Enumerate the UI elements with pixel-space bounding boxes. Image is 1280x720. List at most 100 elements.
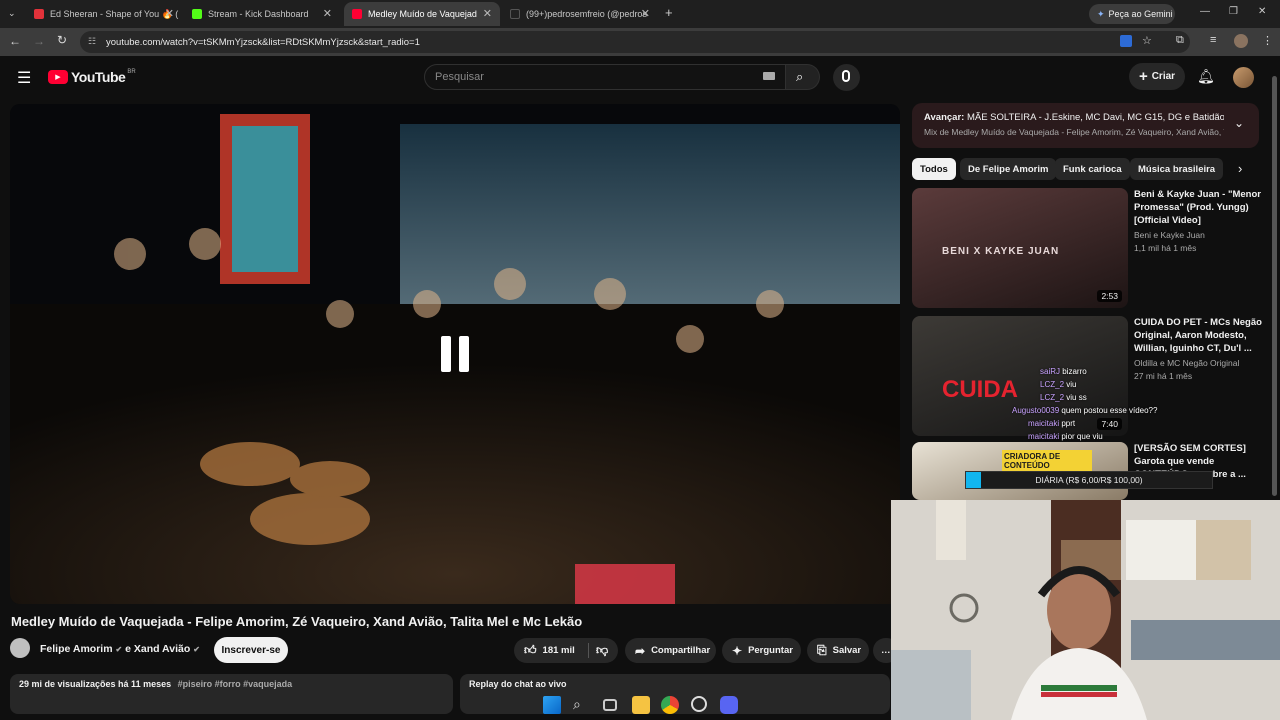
recommendation-title[interactable]: CUIDA DO PET - MCs Negão Original, Aaron… (1134, 316, 1264, 355)
verified-icon: ✔ (115, 645, 123, 654)
duration-badge: 2:53 (1097, 290, 1122, 302)
youtube-logo[interactable]: ▶ YouTube BR (48, 69, 136, 85)
ask-button[interactable]: ✦ Perguntar (722, 638, 801, 663)
notifications-bell-icon[interactable]: 🔔︎ (1197, 68, 1215, 85)
like-button[interactable]: 👍︎ 181 mil 👎︎ (514, 638, 618, 663)
forward-icon[interactable]: → (33, 34, 45, 48)
youtube-favicon-icon (352, 9, 362, 19)
back-icon[interactable]: ← (9, 34, 21, 48)
recommendation-title[interactable]: Beni & Kayke Juan - "Menor Promessa" (Pr… (1134, 188, 1264, 227)
page-scrollbar[interactable] (1272, 76, 1277, 496)
tab-title: Stream - Kick Dashboard (208, 9, 309, 19)
channel-name[interactable]: Felipe Amorim (40, 643, 113, 655)
taskbar-search-icon[interactable]: ⌕ (573, 696, 591, 714)
url-field[interactable]: ☷ youtube.com/watch?v=tSKMmYjzsck&list=R… (80, 31, 1190, 53)
chevron-down-icon[interactable]: ⌄ (1234, 116, 1244, 130)
thumbs-up-icon: 👍︎ (524, 643, 537, 657)
channel-avatar[interactable] (10, 638, 30, 658)
chip-musica-brasileira[interactable]: Música brasileira (1130, 158, 1224, 180)
chip-funk-carioca[interactable]: Funk carioca (1055, 158, 1130, 180)
channel-names[interactable]: Felipe Amorim ✔ e Xand Avião ✔ (40, 643, 200, 655)
file-explorer-icon[interactable] (632, 696, 650, 714)
close-tab-icon[interactable]: ✕ (483, 7, 492, 20)
recommendation-channel[interactable]: Beni e Kayke Juan (1134, 229, 1264, 242)
chevron-right-icon[interactable]: › (1238, 161, 1242, 176)
webcam-overlay (891, 500, 1280, 720)
tab-search-icon[interactable]: ⌄ (8, 8, 16, 19)
windows-start-icon[interactable] (543, 696, 561, 714)
close-window-icon[interactable]: ✕ (1258, 6, 1266, 17)
chat-message: LCZ_2 viu ss (1040, 393, 1087, 402)
tab-tiktok[interactable]: (99+)pedrosemfreio (@pedros ✕ (502, 2, 658, 26)
minimize-window-icon[interactable]: — (1200, 6, 1210, 17)
guide-menu-icon[interactable]: ☰ (17, 68, 31, 88)
gemini-button[interactable]: ✦ Peça ao Gemini (1089, 4, 1175, 24)
save-button[interactable]: ⎘ Salvar (807, 638, 869, 663)
close-tab-icon[interactable]: ✕ (165, 7, 174, 20)
dislike-divider (588, 643, 589, 658)
create-label: Criar (1151, 71, 1176, 82)
plus-icon: + (1138, 68, 1148, 85)
browser-menu-icon[interactable]: ⋮ (1262, 34, 1273, 47)
close-tab-icon[interactable]: ✕ (641, 7, 650, 20)
subscribe-button[interactable]: Inscrever-se (214, 637, 288, 663)
pause-icon[interactable] (441, 336, 471, 372)
recommendation-meta: 1,1 mil há 1 mês (1134, 243, 1197, 253)
discord-icon[interactable] (720, 696, 738, 714)
recommendation-thumbnail[interactable]: BENI X KAYKE JUAN 2:53 (912, 188, 1128, 308)
thumbs-down-icon[interactable]: 👎︎ (596, 643, 608, 658)
goal-label: DIÁRIA (R$ 6,00/R$ 100,00) (1035, 475, 1143, 485)
hashtags[interactable]: #piseiro #forro #vaquejada (178, 679, 293, 689)
site-info-icon[interactable]: ☷ (88, 36, 96, 47)
youtube-play-logo-icon: ▶ (48, 70, 68, 84)
translate-icon[interactable] (1120, 35, 1132, 47)
task-view-icon[interactable] (603, 699, 617, 711)
gemini-star-icon: ✦ (1097, 8, 1105, 19)
channel-name-2[interactable]: e Xand Avião (125, 643, 190, 655)
browser-tab-bar: ⌄ Ed Sheeran - Shape of You 🔥 ( ✕ Stream… (0, 0, 1280, 28)
chat-message: maicitaki pior que viu (1028, 432, 1103, 441)
donation-goal-bar: DIÁRIA (R$ 6,00/R$ 100,00) (965, 471, 1213, 489)
chat-message: Augusto0039 quem postou esse vídeo?? (1012, 406, 1158, 415)
tab-title: (99+)pedrosemfreio (@pedros (526, 9, 647, 19)
new-tab-button[interactable]: + (665, 5, 673, 20)
tab-title: Ed Sheeran - Shape of You 🔥 ( (50, 8, 179, 19)
gemini-label: Peça ao Gemini (1108, 9, 1173, 19)
sparkle-icon: ✦ (732, 643, 743, 658)
close-tab-icon[interactable]: ✕ (323, 7, 332, 20)
ask-label: Perguntar (748, 645, 793, 656)
obs-icon[interactable] (691, 696, 707, 712)
tab-medley-active[interactable]: Medley Muído de Vaquejad ✕ (344, 2, 500, 26)
stream-chat-overlay: saiRJ bizarro LCZ_2 viu LCZ_2 viu ss Aug… (1012, 366, 1204, 456)
chip-de-felipe-amorim[interactable]: De Felipe Amorim (960, 158, 1057, 180)
profile-icon[interactable] (1234, 34, 1248, 48)
tab-kick-dashboard[interactable]: Stream - Kick Dashboard ✕ (184, 2, 340, 26)
mix-line: Mix de Medley Muído de Vaquejada - Felip… (924, 127, 1224, 137)
chrome-icon[interactable] (661, 696, 679, 714)
avatar[interactable] (1233, 67, 1254, 88)
create-button[interactable]: + Criar (1129, 63, 1185, 90)
reload-icon[interactable]: ↻ (57, 33, 67, 47)
chip-todos[interactable]: Todos (912, 158, 956, 180)
extensions-icon[interactable]: ⧉ (1176, 34, 1184, 47)
video-title: Medley Muído de Vaquejada - Felipe Amori… (11, 614, 583, 629)
reading-list-icon[interactable]: ≡ (1210, 34, 1216, 46)
chat-message: maicitaki pprt (1028, 419, 1076, 428)
bookmark-star-icon[interactable]: ☆ (1142, 34, 1152, 47)
search-input[interactable]: Pesquisar (424, 64, 786, 90)
voice-search-button[interactable] (833, 64, 860, 91)
tab-ed-sheeran[interactable]: Ed Sheeran - Shape of You 🔥 ( ✕ (26, 2, 182, 26)
like-count: 181 mil (542, 645, 575, 656)
keyboard-icon[interactable] (763, 72, 775, 80)
verified-icon: ✔ (193, 645, 200, 654)
restore-window-icon[interactable]: ❐ (1229, 6, 1238, 17)
playlist-next-panel[interactable]: Avançar: MÃE SOLTEIRA - J.Eskine, MC Dav… (912, 103, 1259, 148)
search-button[interactable]: ⌕ (786, 64, 820, 90)
chat-message: saiRJ bizarro (1040, 367, 1087, 376)
thumbnail-text: BENI X KAYKE JUAN (942, 246, 1060, 257)
chat-replay-label: Replay do chat ao vivo (469, 679, 567, 689)
video-player[interactable] (10, 104, 900, 604)
share-button[interactable]: ➦ Compartilhar (625, 638, 716, 663)
description-box[interactable]: 29 mi de visualizações há 11 meses #pise… (10, 674, 453, 714)
kick-favicon-icon (192, 9, 202, 19)
